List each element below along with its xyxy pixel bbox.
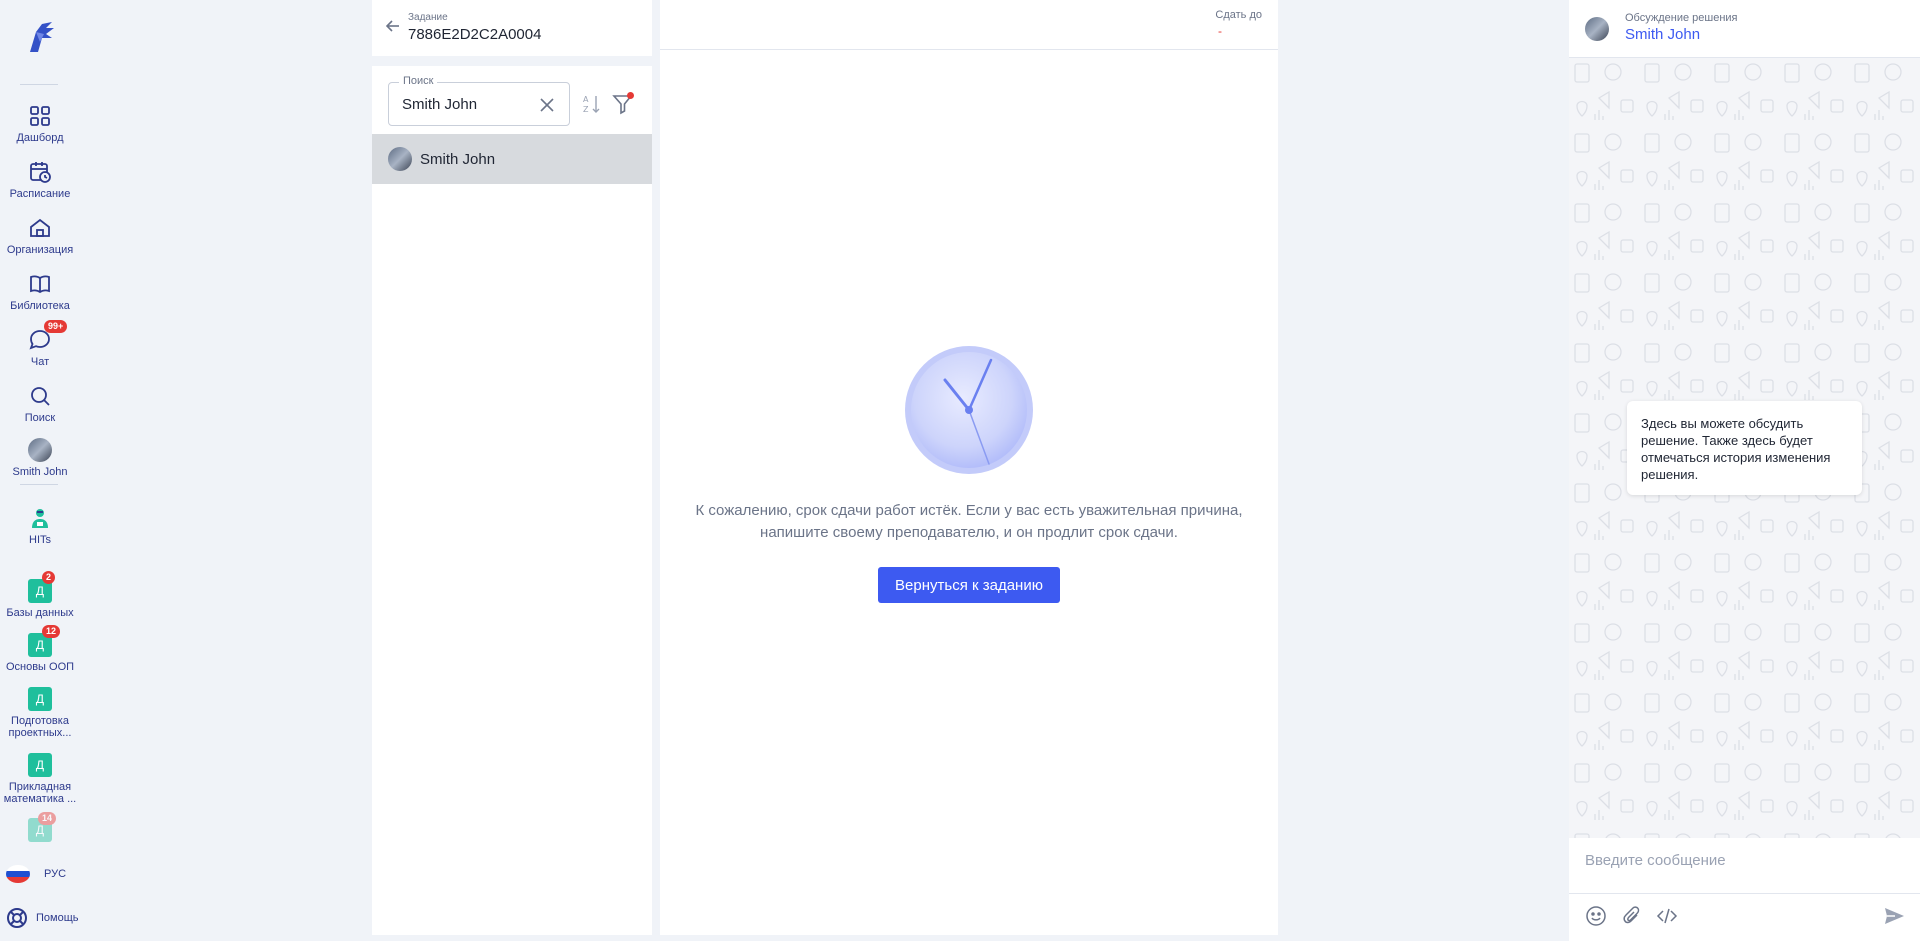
course-letter: Д [35, 823, 45, 837]
avatar [1585, 17, 1609, 41]
filter-button[interactable] [612, 92, 634, 116]
nav-label: Прикладная математика ... [3, 781, 77, 805]
task-label: Задание [408, 12, 448, 23]
filter-active-dot [627, 92, 634, 99]
nav-item-course-oop[interactable]: Д 12 Основы ООП [0, 625, 80, 673]
nav-label: Поиск [24, 412, 56, 424]
emoji-icon[interactable] [1585, 905, 1607, 927]
back-arrow-icon[interactable] [386, 19, 400, 33]
chat-icon-wrap: 99+ [28, 320, 68, 352]
nav-item-hits[interactable]: HITs [0, 506, 80, 546]
nav-label: HITs [29, 534, 51, 546]
nav-label: Подготовка проектных... [8, 715, 72, 739]
schedule-icon [30, 162, 51, 183]
nav-label: Расписание [9, 188, 71, 200]
course-letter: Д [35, 584, 45, 598]
list-item[interactable]: Smith John [372, 134, 652, 184]
nav-label: Дашборд [16, 132, 64, 144]
help-link[interactable]: Помощь [6, 907, 79, 929]
search-input[interactable] [402, 96, 532, 113]
search-icon [31, 387, 50, 406]
hits-icon [32, 509, 48, 528]
expired-message-line: напишите своему преподавателю, и он прод… [760, 524, 1178, 541]
nav-item-course-math[interactable]: Д Прикладная математика ... [0, 753, 80, 805]
nav-divider [20, 84, 58, 85]
course-badge: 14 [38, 812, 57, 825]
attach-icon[interactable] [1621, 905, 1643, 927]
chat-header: Обсуждение решения Smith John [1569, 0, 1920, 58]
nav-item-schedule[interactable]: Расписание [0, 160, 80, 200]
course-icon: Д 14 [28, 812, 57, 842]
expired-message: К сожалению, срок сдачи работ истёк. Есл… [660, 500, 1278, 544]
svg-text:Z: Z [583, 105, 589, 114]
language-switch[interactable]: РУС [6, 865, 66, 883]
nav-label: Smith John [12, 466, 68, 478]
course-badge: 2 [42, 571, 56, 584]
svg-text:A: A [583, 95, 589, 104]
nav-divider [20, 484, 58, 485]
lifebuoy-icon [7, 908, 27, 928]
message-input[interactable] [1585, 852, 1885, 869]
chat-divider [1569, 893, 1920, 894]
avatar [28, 438, 52, 462]
task-header: Задание 7886E2D2C2A0004 [372, 0, 652, 56]
clock-icon [905, 346, 1033, 474]
chat-panel: Обсуждение решения Smith John Здесь вы м… [1569, 0, 1920, 941]
chat-subtitle: Обсуждение решения [1625, 12, 1738, 24]
due-label: Сдать до [1215, 9, 1262, 21]
sort-alpha-icon[interactable]: A Z [582, 92, 602, 116]
nav-label: Основы ООП [5, 661, 75, 673]
logo-icon[interactable] [22, 18, 58, 56]
return-to-task-button[interactable]: Вернуться к заданию [878, 567, 1060, 603]
chat-background: Здесь вы можете обсудить решение. Также … [1569, 58, 1920, 838]
code-icon[interactable] [1656, 905, 1678, 927]
chat-title: Smith John [1625, 26, 1701, 43]
course-icon: Д [28, 687, 52, 711]
main-topbar: Сдать до - [660, 0, 1278, 50]
course-icon: Д 2 [28, 571, 56, 603]
russia-flag-icon [6, 865, 30, 883]
due-value: - [1218, 24, 1222, 38]
search-field[interactable]: Поиск [388, 75, 570, 126]
nav-item-course-databases[interactable]: Д 2 Базы данных [0, 571, 80, 619]
expired-message-line: К сожалению, срок сдачи работ истёк. Есл… [695, 502, 1243, 519]
nav-item-dashboard[interactable]: Дашборд [0, 104, 80, 144]
organization-icon [30, 218, 50, 237]
nav-item-course-projects[interactable]: Д Подготовка проектных... [0, 687, 80, 739]
search-legend: Поиск [399, 75, 438, 87]
task-id: 7886E2D2C2A0004 [408, 26, 542, 43]
nav-item-library[interactable]: Библиотека [0, 272, 80, 312]
course-letter: Д [35, 758, 45, 772]
help-label: Помощь [36, 912, 79, 924]
nav-label: Библиотека [10, 300, 70, 312]
nav-item-search[interactable]: Поиск [0, 384, 80, 424]
sidebar-nav: Дашборд Расписание Организация Библиотек… [0, 0, 80, 941]
nav-label: Организация [6, 244, 74, 256]
library-icon [30, 275, 50, 294]
student-list-panel: Поиск A Z Smith John [372, 66, 652, 935]
course-badge: 12 [42, 625, 61, 638]
student-name: Smith John [420, 150, 496, 168]
chat-badge: 99+ [44, 320, 68, 333]
main-content: Сдать до - К сожалению, срок сдачи работ… [660, 0, 1278, 935]
nav-label: Базы данных [6, 607, 74, 619]
close-icon[interactable] [539, 97, 555, 113]
avatar [388, 147, 412, 171]
nav-label: Чат [30, 356, 50, 368]
chat-info-bubble: Здесь вы можете обсудить решение. Также … [1627, 401, 1862, 495]
course-letter: Д [35, 638, 45, 652]
dashboard-icon [30, 106, 50, 126]
language-label: РУС [44, 868, 67, 880]
nav-item-course-more[interactable]: Д 14 [0, 812, 80, 842]
course-icon: Д 12 [28, 625, 61, 657]
nav-item-chat[interactable]: 99+ Чат [0, 320, 80, 368]
nav-item-organization[interactable]: Организация [0, 216, 80, 256]
nav-item-profile[interactable]: Smith John [0, 438, 80, 478]
send-icon[interactable] [1883, 905, 1905, 927]
course-letter: Д [35, 692, 45, 706]
course-icon: Д [28, 753, 52, 777]
